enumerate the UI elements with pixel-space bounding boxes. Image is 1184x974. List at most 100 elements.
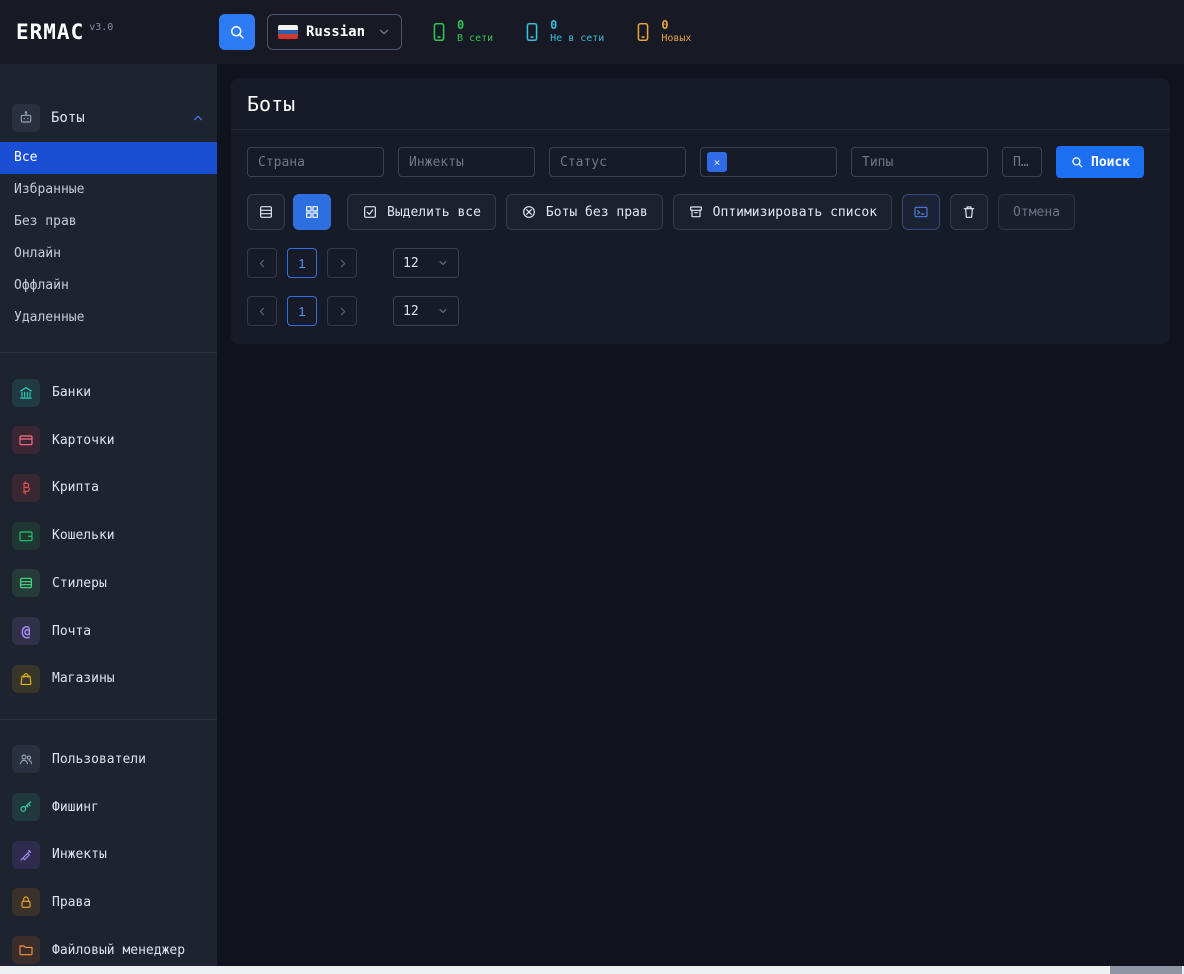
optimize-list-button[interactable]: Оптимизировать список	[673, 194, 892, 230]
types-filter-input[interactable]	[851, 147, 988, 177]
next-page-button[interactable]	[327, 296, 357, 326]
page-number-button[interactable]: 1	[287, 296, 317, 326]
prev-page-button[interactable]	[247, 296, 277, 326]
injects-filter-input[interactable]	[398, 147, 535, 177]
sidebar-item-wallets[interactable]: Кошельки	[0, 512, 217, 560]
version-label: v3.0	[89, 22, 113, 33]
sidebar-item-phishing[interactable]: Фишинг	[0, 783, 217, 831]
per-page-value: 12	[403, 304, 419, 319]
search-filter-input[interactable]	[1002, 147, 1042, 177]
sidebar-group-bots[interactable]: Боты	[0, 98, 217, 138]
syringe-icon	[12, 841, 40, 869]
delete-button[interactable]	[950, 194, 988, 230]
sidebar-item-deleted-label: Удаленные	[14, 310, 84, 325]
sidebar-item-online[interactable]: Онлайн	[0, 238, 217, 270]
page-number-button[interactable]: 1	[287, 248, 317, 278]
horizontal-scrollbar-thumb[interactable]	[1110, 966, 1182, 974]
sidebar-item-no-permissions[interactable]: Без прав	[0, 206, 217, 238]
shop-bag-icon	[12, 665, 40, 693]
global-search-button[interactable]	[219, 14, 255, 50]
sidebar-item-injects-label: Инжекты	[52, 847, 107, 862]
offline-count: 0	[550, 18, 604, 33]
horizontal-scrollbar[interactable]	[0, 966, 1184, 974]
sidebar-item-crypto[interactable]: Крипта	[0, 464, 217, 512]
sidebar-item-online-label: Онлайн	[14, 246, 61, 261]
tags-filter-input[interactable]: ×	[700, 147, 837, 177]
sidebar-item-phishing-label: Фишинг	[52, 800, 99, 815]
chevron-right-icon	[336, 305, 349, 318]
sidebar-item-cards[interactable]: Карточки	[0, 416, 217, 464]
search-icon	[1070, 155, 1084, 169]
sidebar-divider	[0, 352, 217, 353]
sidebar-item-shops-label: Магазины	[52, 671, 115, 686]
sidebar-item-permissions-label: Права	[52, 895, 91, 910]
stat-offline: 0 Не в сети	[521, 18, 604, 46]
sidebar-item-no-permissions-label: Без прав	[14, 214, 77, 229]
sidebar-item-mail[interactable]: @ Почта	[0, 607, 217, 655]
bot-icon	[12, 104, 40, 132]
bots-submenu: Все Избранные Без прав Онлайн Оффлайн Уд…	[0, 142, 217, 334]
pagination-bottom: 1 12	[231, 278, 1170, 326]
search-button[interactable]: Поиск	[1056, 146, 1144, 178]
sidebar-item-all-label: Все	[14, 150, 37, 165]
filter-bar: × Поиск	[231, 130, 1170, 178]
main-content: Боты ×	[217, 64, 1184, 974]
new-count: 0	[661, 18, 691, 33]
offline-label: Не в сети	[550, 33, 604, 46]
per-page-select[interactable]: 12	[393, 248, 459, 278]
users-icon	[12, 745, 40, 773]
checkbox-check-icon	[362, 204, 378, 220]
chevron-left-icon	[256, 257, 269, 270]
sidebar-item-stealers[interactable]: Стилеры	[0, 559, 217, 607]
bots-without-permissions-button[interactable]: Боты без прав	[506, 194, 663, 230]
next-page-button[interactable]	[327, 248, 357, 278]
phone-online-icon	[428, 21, 450, 43]
archive-icon	[688, 204, 704, 220]
online-label: В сети	[457, 33, 493, 46]
sidebar-item-wallets-label: Кошельки	[52, 528, 115, 543]
grid-view-button[interactable]	[293, 194, 331, 230]
trash-icon	[961, 204, 977, 220]
sidebar-item-users-label: Пользователи	[52, 752, 146, 767]
country-filter-input[interactable]	[247, 147, 384, 177]
sidebar-item-injects[interactable]: Инжекты	[0, 831, 217, 879]
terminal-button[interactable]	[902, 194, 940, 230]
circle-slash-icon	[521, 204, 537, 220]
prev-page-button[interactable]	[247, 248, 277, 278]
cancel-button[interactable]: Отмена	[998, 194, 1075, 230]
sidebar-item-favorites[interactable]: Избранные	[0, 174, 217, 206]
chevron-down-icon	[377, 25, 391, 39]
list-view-button[interactable]	[247, 194, 285, 230]
sidebar-item-crypto-label: Крипта	[52, 480, 99, 495]
bots-without-permissions-label: Боты без прав	[546, 205, 648, 220]
sidebar-item-file-manager-label: Файловый менеджер	[52, 943, 185, 958]
sidebar-item-banks[interactable]: Банки	[0, 369, 217, 417]
sidebar: Боты Все Избранные Без прав Онлайн Оффла…	[0, 64, 217, 974]
bitcoin-icon	[12, 474, 40, 502]
bots-card: Боты ×	[231, 78, 1170, 344]
sidebar-item-banks-label: Банки	[52, 385, 91, 400]
top-header: ERMAC v3.0 Russian	[0, 0, 1184, 64]
sidebar-item-all[interactable]: Все	[0, 142, 217, 174]
filter-tag-close-icon[interactable]: ×	[707, 152, 727, 172]
sidebar-item-deleted[interactable]: Удаленные	[0, 302, 217, 334]
per-page-select[interactable]: 12	[393, 296, 459, 326]
per-page-value: 12	[403, 256, 419, 271]
pagination-top: 1 12	[231, 230, 1170, 278]
stat-online: 0 В сети	[428, 18, 493, 46]
search-icon	[228, 23, 246, 41]
sidebar-item-offline[interactable]: Оффлайн	[0, 270, 217, 302]
list-view-icon	[258, 204, 274, 220]
phone-offline-icon	[521, 21, 543, 43]
sidebar-item-users[interactable]: Пользователи	[0, 736, 217, 784]
sidebar-item-shops[interactable]: Магазины	[0, 655, 217, 703]
chevron-down-icon	[437, 257, 449, 269]
sidebar-item-cards-label: Карточки	[52, 433, 115, 448]
status-filter-input[interactable]	[549, 147, 686, 177]
sidebar-item-permissions[interactable]: Права	[0, 879, 217, 927]
phone-new-icon	[632, 21, 654, 43]
language-select[interactable]: Russian	[267, 14, 402, 50]
select-all-button[interactable]: Выделить все	[347, 194, 496, 230]
table-icon	[12, 569, 40, 597]
search-button-label: Поиск	[1091, 155, 1130, 170]
